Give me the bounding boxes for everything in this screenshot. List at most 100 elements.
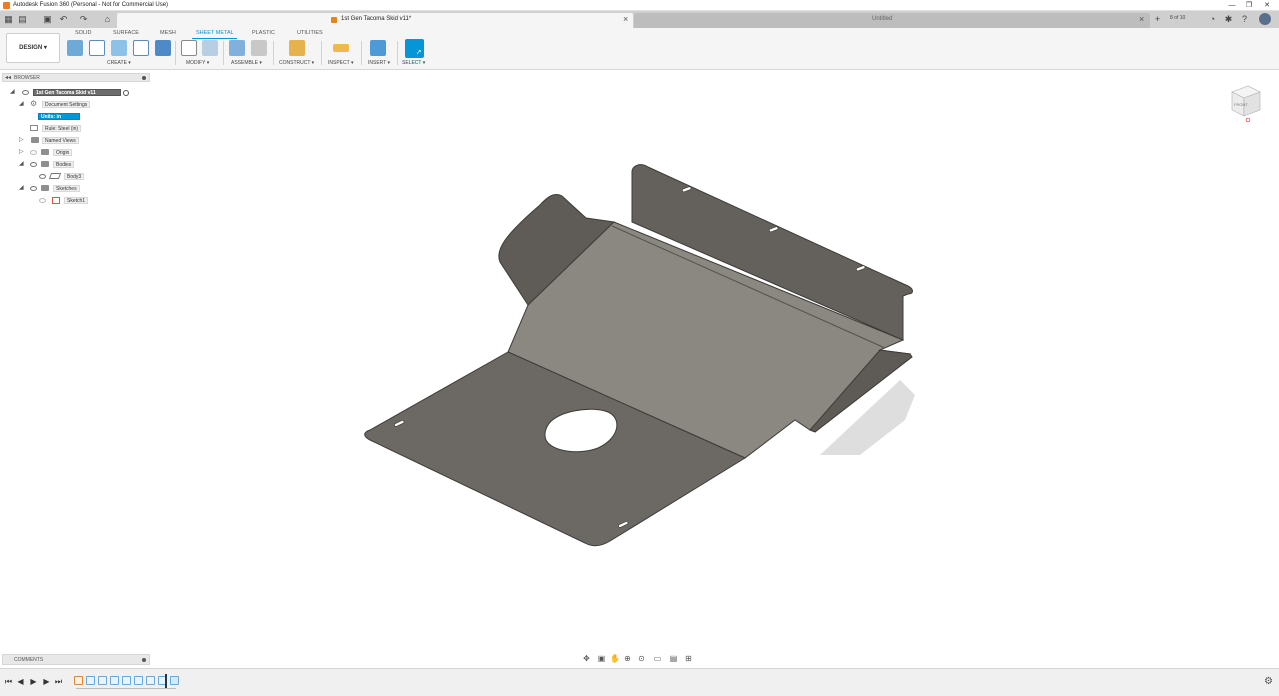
tab-plastic[interactable]: PLASTIC [252,30,275,36]
expand-triangle-icon[interactable]: ◢ [19,161,25,167]
insert-group-label[interactable]: INSERT ▾ [368,60,390,66]
timeline-settings-icon[interactable]: ⚙ [1264,676,1273,687]
go-to-end-icon[interactable]: ⏭ [54,677,63,686]
redo-icon[interactable]: ↷ [78,14,89,25]
job-status[interactable]: 8 of 10 [1170,15,1185,21]
comments-panel[interactable]: COMMENTS [2,654,150,665]
zoom-icon[interactable]: ⊕ [623,654,632,663]
measure-icon[interactable] [333,44,349,52]
tree-item-units[interactable]: Units: in [2,111,150,121]
file-menu-icon[interactable]: ▤ [17,14,28,25]
create-sketch-icon[interactable] [89,40,105,56]
play-icon[interactable]: ▶ [29,677,38,686]
save-icon[interactable]: ▣ [42,14,53,25]
tree-item-bodies[interactable]: ◢ Bodies [2,159,150,169]
fillet-icon[interactable] [202,40,218,56]
new-component-icon[interactable] [67,40,83,56]
collapsed-triangle-icon[interactable]: ▷ [19,137,25,143]
new-tab-icon[interactable]: + [1152,14,1163,25]
select-icon[interactable]: ➚ [405,39,424,58]
tab-surface[interactable]: SURFACE [113,30,139,36]
joint-icon[interactable] [251,40,267,56]
undo-icon[interactable]: ↶ [58,14,69,25]
browser-header[interactable]: ◂◂ BROWSER [2,73,150,82]
timeline-flange-feature[interactable] [98,676,107,685]
inspect-group-label[interactable]: INSPECT ▾ [328,60,353,66]
select-group-label[interactable]: SELECT ▾ [402,60,425,66]
tab-active-document[interactable]: 1st Gen Tacoma Skid v11* × [117,13,633,28]
timeline-hole-feature[interactable] [170,676,179,685]
timeline-flange-feature[interactable] [134,676,143,685]
fit-icon[interactable]: ⊙ [637,654,646,663]
insert-image-icon[interactable] [370,40,386,56]
step-back-icon[interactable]: ◀ [16,677,25,686]
activate-radio-icon[interactable] [123,90,129,96]
go-to-start-icon[interactable]: ⏮ [4,677,13,686]
tree-item-sketches[interactable]: ◢ Sketches [2,183,150,193]
collapsed-triangle-icon[interactable]: ▷ [19,149,25,155]
extrude-icon[interactable] [155,40,171,56]
expand-triangle-icon[interactable]: ◢ [19,185,25,191]
online-status-icon[interactable]: ◔ [1207,14,1218,25]
close-tab-icon[interactable]: × [623,14,628,24]
assemble-group-label[interactable]: ASSEMBLE ▾ [231,60,262,66]
timeline-flange-feature[interactable] [122,676,131,685]
press-pull-icon[interactable] [181,40,197,56]
unfold-icon[interactable] [133,40,149,56]
flange-icon[interactable] [111,40,127,56]
timeline-flange-feature[interactable] [146,676,155,685]
tab-utilities[interactable]: UTILITIES [297,30,323,36]
modify-group-label[interactable]: MODIFY ▾ [186,60,209,66]
pan-icon[interactable]: ✋ [610,654,620,663]
tab-sheet-metal[interactable]: SHEET METAL [196,30,234,36]
grid-settings-icon[interactable]: ▤ [669,654,678,663]
timeline-flange-feature[interactable] [110,676,119,685]
browser-options-icon[interactable] [142,76,146,80]
display-settings-icon[interactable]: ▭ [653,654,662,663]
visibility-eye-icon[interactable] [30,150,37,155]
create-group-label[interactable]: CREATE ▾ [107,60,131,66]
collapse-panel-icon[interactable]: ◂◂ [5,74,11,81]
offset-plane-icon[interactable] [289,40,305,56]
viewports-icon[interactable]: ⊞ [684,654,693,663]
tree-item-body3[interactable]: Body3 [2,171,150,181]
tree-item-rule[interactable]: Rule: Steel (in) [2,123,150,133]
tree-item-origin[interactable]: ▷ Origin [2,147,150,157]
workspace-switcher-button[interactable]: DESIGN ▾ [6,33,60,63]
visibility-eye-icon[interactable] [39,174,46,179]
visibility-eye-icon[interactable] [22,90,29,95]
home-icon[interactable]: ⌂ [102,14,113,25]
minimize-button[interactable]: — [1226,1,1238,10]
viewcube[interactable]: FRONT [1224,82,1264,126]
timeline-marker[interactable] [165,674,167,688]
close-window-button[interactable]: ✕ [1261,1,1273,10]
skid-plate-model[interactable] [152,71,1279,653]
browser-root-node[interactable]: ◢ 1st Gen Tacoma Skid v11 [2,87,150,97]
construct-group-label[interactable]: CONSTRUCT ▾ [279,60,314,66]
timeline-flange-feature[interactable] [86,676,95,685]
close-tab-icon[interactable]: × [1139,14,1144,24]
visibility-eye-icon[interactable] [30,186,37,191]
user-avatar[interactable] [1259,13,1271,25]
visibility-eye-icon[interactable] [39,198,46,203]
tab-untitled[interactable]: Untitled × [634,13,1150,28]
orbit-icon[interactable]: ✥ [582,654,591,663]
tree-item-document-settings[interactable]: ◢ ⚙ Document Settings [2,99,150,109]
tree-item-sketch1[interactable]: Sketch1 [2,195,150,205]
comments-options-icon[interactable] [142,658,146,662]
tab-mesh[interactable]: MESH [160,30,176,36]
visibility-eye-icon[interactable] [30,162,37,167]
tree-item-named-views[interactable]: ▷ Named Views [2,135,150,145]
new-component-assemble-icon[interactable] [229,40,245,56]
tab-solid[interactable]: SOLID [75,30,92,36]
maximize-button[interactable]: ❐ [1243,1,1255,10]
look-at-icon[interactable]: ▣ [597,654,606,663]
expand-triangle-icon[interactable]: ◢ [10,89,16,95]
timeline-sketch-feature[interactable] [74,676,83,685]
3d-viewport[interactable] [152,71,1279,653]
notifications-icon[interactable]: ✱ [1223,14,1234,25]
step-forward-icon[interactable]: ▶ [42,677,51,686]
help-icon[interactable]: ? [1239,14,1250,25]
app-grid-icon[interactable]: ▦ [3,14,14,25]
expand-triangle-icon[interactable]: ◢ [19,101,25,107]
